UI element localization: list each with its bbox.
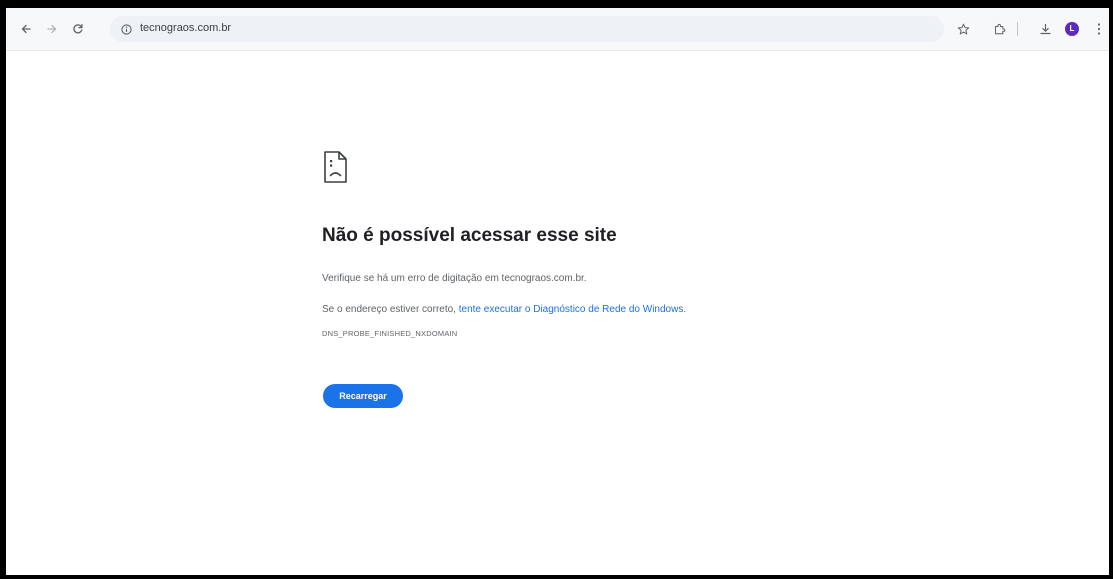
puzzle-icon	[994, 23, 1005, 34]
error-message-suffix: .	[683, 304, 687, 315]
star-icon	[957, 23, 969, 34]
more-vert-icon	[1097, 23, 1101, 35]
error-code: DNS_PROBE_FINISHED_NXDOMAIN	[322, 329, 458, 338]
address-bar[interactable]: tecnograos.com.br	[110, 16, 944, 42]
info-icon	[120, 23, 132, 35]
site-info-button[interactable]	[117, 20, 135, 38]
error-message-diagnostics: Se o endereço estiver correto, tente exe…	[322, 304, 686, 315]
network-diagnostics-link[interactable]: tente executar o Diagnóstico de Rede do …	[459, 304, 684, 315]
avatar: L	[1065, 22, 1079, 36]
reload-button[interactable]	[68, 19, 88, 39]
avatar-letter: L	[1069, 24, 1075, 33]
downloads-button[interactable]	[1035, 19, 1055, 39]
sad-page-icon	[324, 151, 347, 183]
profile-button[interactable]: L	[1062, 19, 1082, 39]
menu-button[interactable]	[1089, 19, 1109, 39]
download-icon	[1039, 23, 1051, 34]
error-message-prefix: Se o endereço estiver correto,	[322, 304, 459, 315]
address-bar-url[interactable]: tecnograos.com.br	[140, 22, 231, 34]
arrow-right-icon	[47, 24, 57, 34]
reload-page-button[interactable]: Recarregar	[323, 384, 403, 408]
browser-toolbar: tecnograos.com.br L	[6, 8, 1109, 51]
bookmark-button[interactable]	[953, 19, 973, 39]
browser-window: tecnograos.com.br L Não é possível acess…	[6, 8, 1109, 575]
back-button[interactable]	[16, 19, 36, 39]
error-title: Não é possível acessar esse site	[322, 225, 617, 246]
reload-icon	[73, 23, 83, 34]
forward-button[interactable]	[42, 19, 62, 39]
error-message-typo: Verifique se há um erro de digitação em …	[322, 273, 587, 284]
toolbar-divider	[1017, 22, 1018, 36]
extensions-button[interactable]	[989, 19, 1009, 39]
arrow-left-icon	[21, 24, 31, 34]
